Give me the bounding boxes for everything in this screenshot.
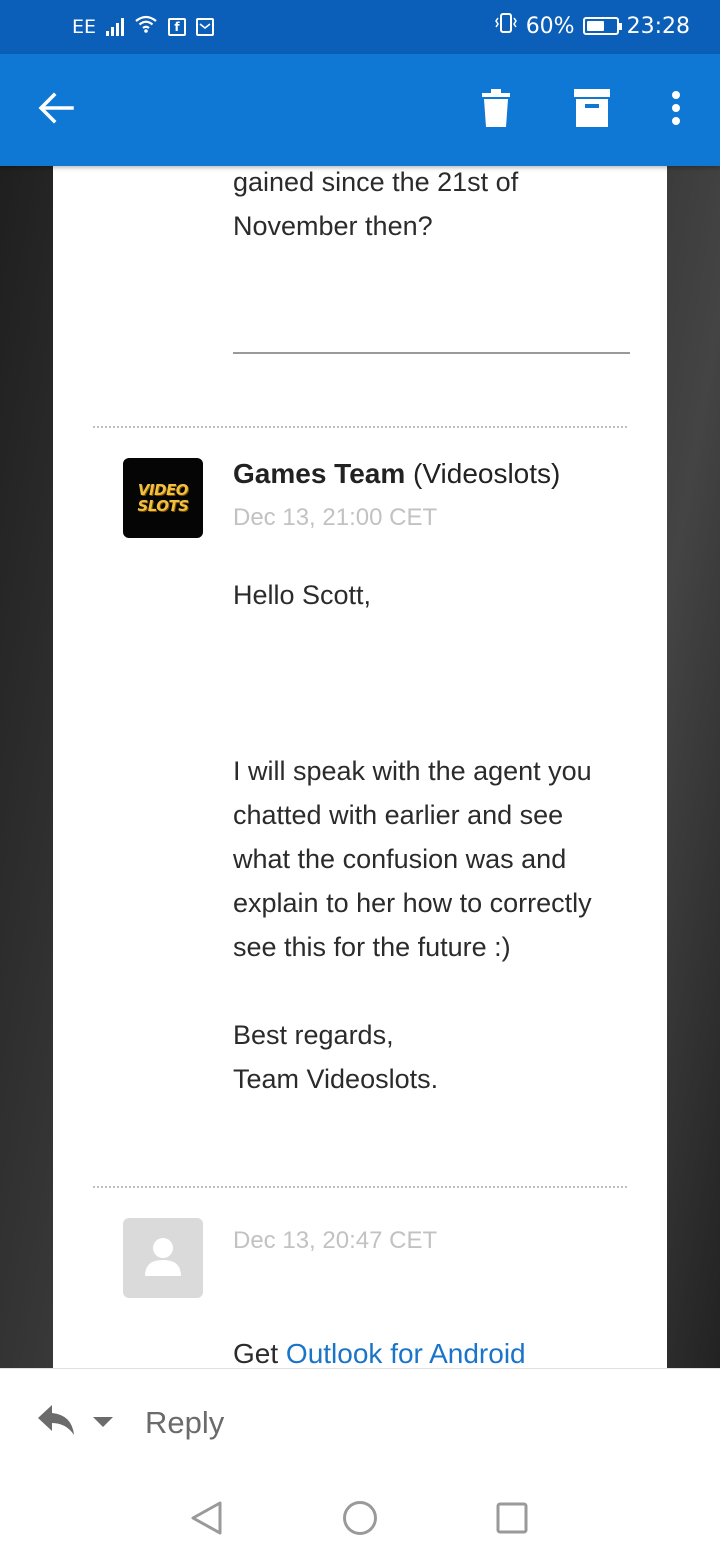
arrow-left-icon: [38, 92, 74, 129]
reply-options-dropdown[interactable]: [92, 1415, 116, 1429]
quote-separator: [233, 352, 630, 354]
message-body-line: what the confusion was and: [233, 844, 567, 874]
circle-home-icon: [342, 1500, 378, 1541]
clock: 23:28: [626, 13, 690, 39]
signature: Team Videoslots.: [233, 1064, 439, 1094]
message-timestamp: Dec 13, 21:00 CET: [233, 504, 438, 531]
nav-recents-button[interactable]: [490, 1498, 534, 1542]
more-vertical-icon: [671, 90, 681, 130]
trash-icon: [482, 88, 510, 132]
caret-down-icon: [92, 1415, 114, 1432]
battery-percent: 60%: [525, 13, 575, 39]
carrier-label: EE: [72, 15, 97, 38]
system-nav-bar: [0, 1478, 720, 1560]
sender-org: (Videoslots): [413, 458, 561, 489]
message-body-line: chatted with earlier and see: [233, 800, 564, 830]
get-text: Get: [233, 1338, 279, 1368]
outlook-signature: Get Outlook for Android: [233, 1332, 653, 1368]
reply-bar: Reply: [0, 1368, 720, 1480]
reply-icon: [36, 1405, 76, 1441]
signoff: Best regards,: [233, 1020, 394, 1050]
conversation-card[interactable]: gained since the 21st of November then? …: [53, 166, 667, 1368]
outlook-for-android-link[interactable]: Outlook for Android: [286, 1338, 526, 1368]
nav-home-button[interactable]: [338, 1498, 382, 1542]
wifi-icon: [134, 14, 158, 39]
more-options-button[interactable]: [648, 82, 704, 138]
app-bar: [0, 54, 720, 166]
battery-icon: [582, 17, 622, 35]
message-body: I will speak with the agent you chatted …: [233, 749, 633, 969]
previous-message-text: gained since the 21st of November then?: [233, 166, 633, 248]
person-icon: [123, 1238, 203, 1302]
logo-text: SLOTS: [137, 497, 189, 515]
status-bar: EE f 60% 23:28: [0, 0, 720, 54]
message-body-line: explain to her how to correctly: [233, 888, 592, 918]
archive-button[interactable]: [564, 82, 620, 138]
sender-avatar-placeholder: [123, 1218, 203, 1298]
battery-fill: [586, 21, 604, 31]
facebook-notification-icon: f: [168, 17, 187, 36]
message-timestamp: Dec 13, 20:47 CET: [233, 1227, 438, 1254]
message-body-line: see this for the future :): [233, 932, 511, 962]
mail-notification-icon: [196, 17, 215, 36]
sender-avatar: VIDEO SLOTS: [123, 458, 203, 538]
signal-icon: [106, 17, 125, 36]
message-signature: Best regards, Team Videoslots.: [233, 1013, 633, 1101]
reply-button[interactable]: [36, 1403, 78, 1443]
message-divider: [93, 1186, 627, 1188]
message-body-line: I will speak with the agent you: [233, 756, 592, 786]
message-greeting: Hello Scott,: [233, 580, 372, 610]
back-button[interactable]: [28, 82, 84, 138]
nav-back-button[interactable]: [184, 1498, 228, 1542]
archive-icon: [574, 88, 610, 132]
sender-name: Games Team: [233, 458, 406, 489]
delete-button[interactable]: [468, 82, 524, 138]
sender-line[interactable]: Games Team (Videoslots): [233, 458, 560, 490]
logo-text: VIDEO: [137, 481, 189, 499]
previous-message-line: gained since the 21st of: [233, 167, 519, 197]
message-divider: [93, 426, 627, 428]
vibrate-icon: [494, 12, 518, 40]
square-recents-icon: [496, 1502, 528, 1539]
previous-message-line: November then?: [233, 211, 433, 241]
triangle-back-icon: [189, 1500, 223, 1541]
reply-label[interactable]: Reply: [145, 1405, 224, 1441]
